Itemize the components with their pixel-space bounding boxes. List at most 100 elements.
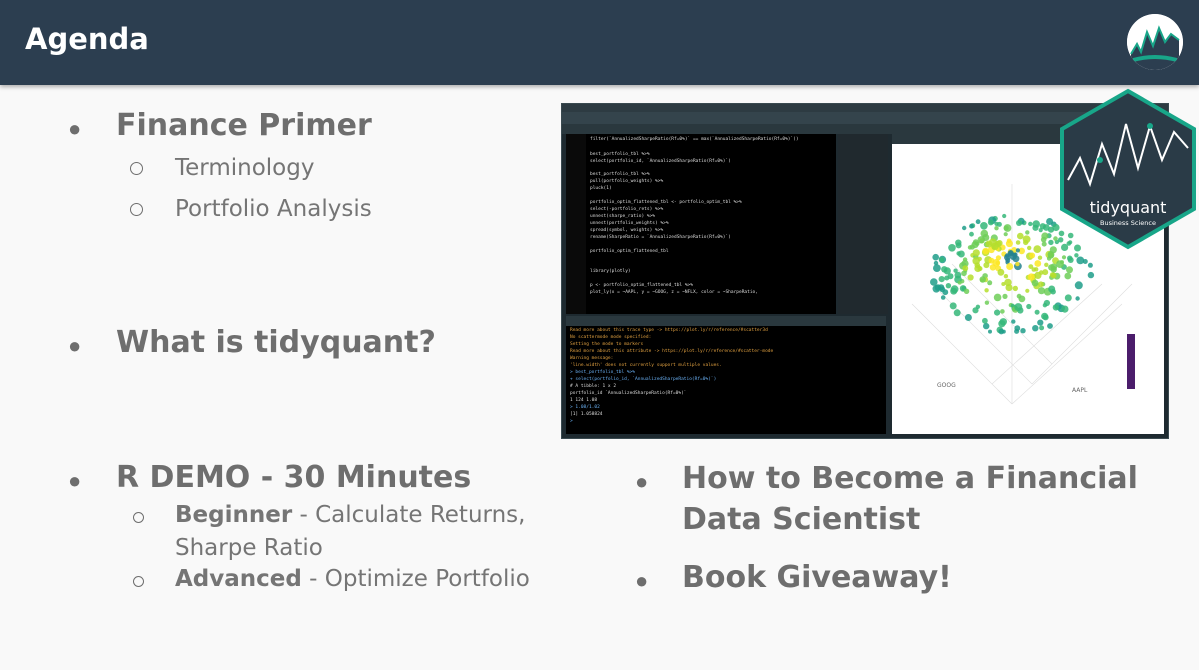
scatter-point	[1038, 228, 1043, 233]
bullet-dot-icon: ●	[68, 468, 82, 493]
scatter-point	[1064, 294, 1072, 302]
console-line: > 1.08/1.02	[570, 405, 600, 410]
tidyquant-hex-badge: tidyquant Business Science	[1060, 88, 1196, 250]
console-line: Setting the mode to markers	[570, 342, 644, 347]
scatter-point	[988, 238, 997, 247]
beginner-desc: - Calculate Returns,	[292, 502, 526, 528]
scatter-point	[1002, 293, 1008, 299]
scatter-point	[982, 317, 988, 324]
scatter-point	[993, 293, 1002, 302]
scatter-point	[1037, 255, 1043, 260]
scatter-point	[1025, 288, 1030, 293]
scatter-point	[1033, 245, 1042, 253]
badge-dot	[1097, 157, 1103, 163]
scatter-point	[1027, 245, 1032, 251]
console-line: [1] 1.058824	[570, 412, 603, 417]
sub-bullet-icon	[133, 576, 144, 587]
scatter-point	[945, 283, 952, 289]
scatter-point	[941, 266, 948, 273]
axis-label-goog: GOOG	[937, 382, 956, 389]
console-tabs	[566, 316, 886, 326]
scatter-point	[1051, 266, 1056, 271]
colorbar	[1127, 334, 1135, 389]
scatter-point	[1003, 224, 1012, 232]
scatter-point	[940, 295, 946, 300]
badge-name: tidyquant	[1090, 198, 1167, 217]
sub-bullet-icon	[130, 162, 143, 175]
scatter-point	[979, 276, 986, 283]
scatter-point	[1028, 264, 1034, 269]
scatter-point	[1032, 325, 1039, 332]
console-line: + select(portfolio_id, `AnnualizedSharpe…	[570, 377, 717, 382]
sub-bullet-icon	[133, 512, 144, 523]
console-line: 'line.width' does not currently support …	[570, 363, 722, 368]
scatter-point	[1029, 252, 1036, 259]
agenda-sub-beginner-cont: Sharpe Ratio	[175, 535, 323, 561]
code-line: p <- portfolio_optim_flattened_tbl %>%	[590, 283, 693, 288]
scatter-point	[977, 236, 985, 244]
scatter-point	[1067, 257, 1074, 263]
scatter-point	[1082, 259, 1088, 264]
console-line: Read more about this trace type -> https…	[570, 328, 768, 333]
scatter-point	[1037, 287, 1046, 295]
agenda-item-financial-data-scientist-l1: How to Become a Financial	[682, 461, 1138, 496]
scatter-point	[1004, 278, 1012, 287]
code-line: best_portfolio_tbl %>%	[590, 172, 650, 177]
code-line: rename(SharpeRatio = `AnnualizedSharpeRa…	[590, 235, 731, 240]
scatter-point	[1005, 240, 1013, 248]
scatter-point	[1027, 273, 1035, 281]
scatter-point	[1074, 253, 1079, 258]
scatter-point	[994, 309, 1001, 316]
scatter-point	[949, 302, 957, 310]
agenda-item-finance-primer: Finance Primer	[116, 108, 372, 143]
business-science-logo	[1127, 14, 1183, 70]
scatter-point	[964, 314, 972, 321]
scatter-point	[1011, 319, 1016, 324]
scatter-point	[969, 231, 974, 237]
scatter-point	[939, 257, 945, 263]
code-line: spread(symbol, weights) %>%	[590, 228, 664, 233]
code-line: pluck(1)	[590, 186, 612, 191]
scatter-point	[1087, 271, 1095, 279]
scatter-point	[1074, 281, 1083, 290]
scatter-point	[969, 223, 974, 229]
code-line: pull(portfolio_weights) %>%	[590, 179, 664, 184]
scatter-point	[1066, 266, 1073, 274]
advanced-label: Advanced	[175, 566, 302, 592]
scatter-point	[977, 266, 983, 272]
console-line: # A tibble: 1 x 2	[570, 384, 617, 389]
bullet-dot-icon: ●	[68, 116, 82, 141]
agenda-sub-advanced: Advanced - Optimize Portfolio	[175, 566, 530, 592]
scatter-point	[1013, 252, 1018, 257]
agenda-sub-beginner: Beginner - Calculate Returns,	[175, 502, 525, 528]
badge-subtitle: Business Science	[1100, 219, 1156, 227]
scatter-point	[947, 273, 954, 280]
scatter-point	[962, 265, 969, 272]
code-line: portfolio_optim_flattened_tbl <- portfol…	[590, 200, 742, 205]
scatter-point	[1034, 309, 1040, 315]
scatter-point	[1007, 250, 1014, 256]
scatter-point	[1003, 274, 1009, 279]
code-line: select(-portfolio_rets) %>%	[590, 207, 664, 212]
scatter-point	[1012, 285, 1018, 292]
scatter-point	[1039, 325, 1045, 331]
scatter-point	[972, 257, 980, 265]
scatter-point	[1006, 263, 1014, 270]
scatter-point	[1015, 248, 1020, 253]
scatter-point	[994, 226, 999, 231]
console-line: 1 124 1.08	[570, 398, 598, 403]
scatter-point	[984, 300, 990, 305]
sub-bullet-icon	[130, 203, 143, 216]
beginner-label: Beginner	[175, 502, 293, 528]
scatter-point	[988, 329, 992, 334]
scatter-point	[954, 271, 962, 279]
bullet-dot-icon: ●	[68, 333, 82, 358]
console-line: Read more about this attribute -> https:…	[570, 349, 774, 354]
scatter-point	[1034, 260, 1042, 267]
scatter-point	[1076, 256, 1085, 265]
scatter-point	[957, 280, 962, 285]
scatter-point	[1042, 224, 1050, 231]
scatter-point	[1042, 303, 1048, 308]
scatter-point	[1052, 304, 1060, 311]
r-console: Read more about this trace type -> https…	[566, 326, 886, 434]
